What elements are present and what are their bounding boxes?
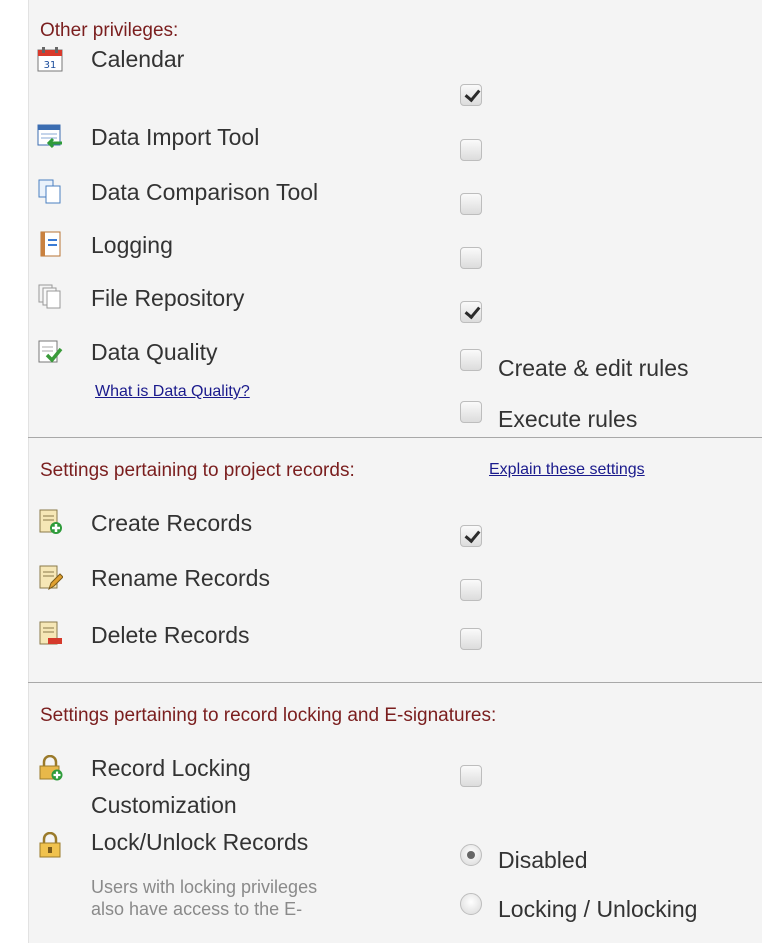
logging-checkbox[interactable] xyxy=(460,247,482,269)
svg-text:31: 31 xyxy=(44,60,57,71)
rename-record-icon xyxy=(39,565,63,591)
lock-unlock-note-line2: also have access to the E- xyxy=(91,899,303,919)
section-divider xyxy=(28,682,762,683)
rename-records-label: Rename Records xyxy=(91,565,270,591)
lock-unlock-note: Users with locking privileges also have … xyxy=(91,876,411,920)
execute-rules-checkbox[interactable] xyxy=(460,401,482,423)
record-locking-customization-checkbox[interactable] xyxy=(460,765,482,787)
data-comparison-checkbox[interactable] xyxy=(460,193,482,215)
lock-unlock-note-line1: Users with locking privileges xyxy=(91,877,318,897)
disabled-radio-label: Disabled xyxy=(498,847,588,873)
disabled-radio[interactable] xyxy=(460,844,482,866)
calendar-checkbox[interactable] xyxy=(460,84,482,106)
data-quality-icon xyxy=(38,340,63,363)
locking-unlocking-radio-label: Locking / Unlocking xyxy=(498,896,698,922)
data-quality-label: Data Quality xyxy=(91,339,218,365)
other-privileges-heading: Other privileges: xyxy=(40,20,179,41)
what-is-data-quality-link[interactable]: What is Data Quality? xyxy=(95,383,250,401)
record-locking-customization-label-line2: Customization xyxy=(91,792,237,818)
record-locking-customization-label: Record Locking xyxy=(91,755,251,781)
create-edit-rules-label: Create & edit rules xyxy=(498,355,689,381)
create-records-checkbox[interactable] xyxy=(460,525,482,547)
calendar-label: Calendar xyxy=(91,46,185,72)
padlock-icon xyxy=(39,832,61,858)
create-record-icon xyxy=(39,509,62,534)
project-records-heading: Settings pertaining to project records: xyxy=(40,460,355,481)
data-import-checkbox[interactable] xyxy=(460,139,482,161)
data-comparison-label: Data Comparison Tool xyxy=(91,179,319,205)
file-repository-label: File Repository xyxy=(91,285,245,311)
delete-records-label: Delete Records xyxy=(91,622,250,648)
section-divider xyxy=(28,437,762,438)
explain-settings-link[interactable]: Explain these settings xyxy=(489,461,645,479)
lock-customization-icon xyxy=(39,755,63,781)
record-locking-heading: Settings pertaining to record locking an… xyxy=(40,705,497,726)
lock-unlock-records-label: Lock/Unlock Records xyxy=(91,829,309,855)
execute-rules-label: Execute rules xyxy=(498,406,638,432)
logging-icon xyxy=(40,231,61,257)
create-records-label: Create Records xyxy=(91,510,253,536)
delete-records-checkbox[interactable] xyxy=(460,628,482,650)
data-comparison-icon xyxy=(38,179,61,204)
create-edit-rules-checkbox[interactable] xyxy=(460,349,482,371)
calendar-icon: 31 xyxy=(37,47,63,72)
data-import-label: Data Import Tool xyxy=(91,124,260,150)
data-import-icon xyxy=(37,124,62,149)
file-repository-icon xyxy=(38,284,61,309)
locking-unlocking-radio[interactable] xyxy=(460,893,482,915)
logging-label: Logging xyxy=(91,232,173,258)
file-repository-checkbox[interactable] xyxy=(460,301,482,323)
rename-records-checkbox[interactable] xyxy=(460,579,482,601)
delete-record-icon xyxy=(39,621,62,645)
